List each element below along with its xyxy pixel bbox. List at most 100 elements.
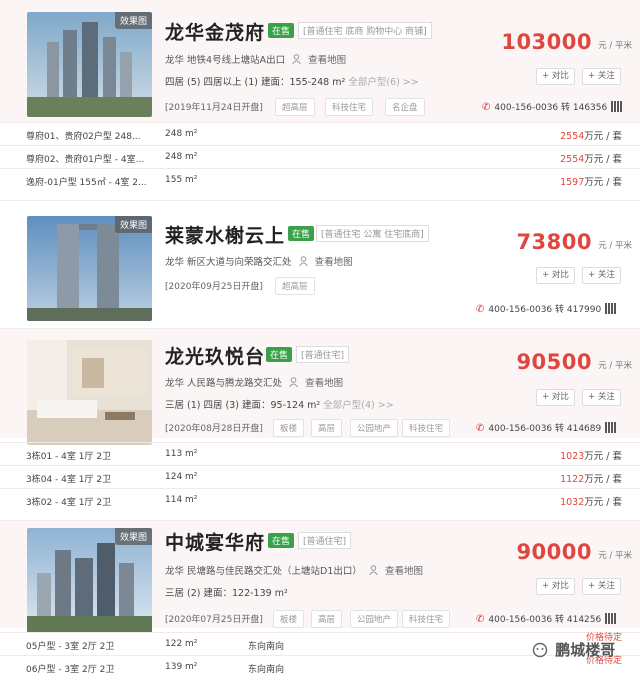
address-text: 龙华 地铁4号线上塘站A出口 [165,55,286,66]
image-tag: 效果图 [114,216,152,233]
unit-type: 尊府01、贵府02户型 248... [26,132,141,142]
unit-orientation: 东向南向 [248,642,285,652]
person-pin-icon [369,565,378,575]
room-types: 三居 (2) 建面：122-139 m² [165,585,288,599]
project-name[interactable]: 龙光玖悦台 [165,342,265,369]
qr-code-icon[interactable] [605,613,617,624]
unit-area: 139 m² [165,662,198,672]
phone-contact[interactable]: ✆ 400-156-0036 转 414689 [476,421,617,434]
unit-total: 2554 [560,154,585,165]
table-row[interactable]: 尊府02、贵府01户型 - 4室... 248 m² 2554万元 / 套 [0,145,640,167]
interior-render-image [27,340,152,445]
unit-orientation: 东向南向 [248,665,285,675]
unit-type: 3栋01 - 4室 1厅 2卫 [26,452,112,462]
room-types: 三居 (1) 四居 (3) 建面：95-124 m² 全部户型(4) >> [165,397,394,411]
unit-suffix: 万元 / 套 [584,497,622,508]
compare-button[interactable]: + 对比 [536,389,575,406]
status-badge: 在售 [288,226,315,241]
unit-price: 2554万元 / 套 [560,151,622,165]
address-text: 龙华 民塘路与佳民路交汇处（上塘站D1出口） [165,566,362,577]
open-date: [2020年08月28日开盘] [165,424,263,434]
unit-area: 248 m² [165,129,198,139]
view-map-link[interactable]: 查看地图 [385,566,423,577]
address: 龙华 地铁4号线上塘站A出口 查看地图 [165,52,346,66]
room-summary: 三居 (2) 建面：122-139 m² [165,588,288,599]
price: 90000 [516,540,592,564]
follow-button[interactable]: + 关注 [582,389,621,406]
feature-tag: 超高层 [275,277,315,295]
property-type: [普通住宅 底商 购物中心 商铺] [298,22,432,39]
person-pin-icon [298,256,308,266]
table-row[interactable]: 3栋02 - 4室 1厅 2卫 114 m² 1032万元 / 套 [0,488,640,510]
phone-number: 400-156-0036 转 414256 [488,615,602,625]
watermark: 鹏城楼哥 [530,639,615,660]
view-map-link[interactable]: 查看地图 [315,257,353,268]
person-pin-icon [292,54,302,64]
phone-contact[interactable]: ✆ 400-156-0036 转 146356 [482,100,623,113]
qr-code-icon[interactable] [605,422,617,433]
property-type: [普通住宅] [296,346,350,363]
view-map-link[interactable]: 查看地图 [308,55,346,66]
project-name[interactable]: 龙华金茂府 [165,18,265,45]
phone-contact[interactable]: ✆ 400-156-0036 转 417990 [476,302,617,315]
phone-icon: ✆ [476,423,485,434]
price-unit: 元 / 平米 [598,361,632,371]
address-text: 龙华 新区大道与向荣路交汇处 [165,257,292,268]
compare-button[interactable]: + 对比 [536,578,575,595]
follow-button[interactable]: + 关注 [582,578,621,595]
table-row[interactable]: 逸府-01户型 155㎡ - 4室 2... 155 m² 1597万元 / 套 [0,168,640,190]
follow-button[interactable]: + 关注 [582,267,621,284]
room-types: 四居 (5) 四居以上 (1) 建面：155-248 m² 全部户型(6) >> [165,74,419,88]
unit-total: 1023 [560,451,585,462]
all-floorplans-link[interactable]: 全部户型(4) >> [323,400,393,411]
table-row[interactable]: 尊府01、贵府02户型 248... 248 m² 2554万元 / 套 [0,122,640,144]
unit-area: 248 m² [165,152,198,162]
property-type: [普通住宅] [298,532,352,549]
open-date: [2020年09月25日开盘] [165,282,263,292]
unit-suffix: 万元 / 套 [584,154,622,165]
open-date: [2020年07月25日开盘] [165,615,263,625]
project-name[interactable]: 莱蒙水榭云上 [165,221,285,248]
listing-image[interactable]: 效果图 [27,12,152,117]
qr-code-icon[interactable] [611,101,623,112]
feature-tag: 科技住宅 [402,610,451,628]
unit-total: 1122 [560,474,585,485]
feature-tag: 板楼 [273,610,305,628]
unit-type: 3栋02 - 4室 1厅 2卫 [26,498,112,508]
price: 73800 [516,230,592,254]
status-badge: 在售 [268,533,295,548]
price-unit: 元 / 平米 [598,241,632,251]
unit-area: 122 m² [165,639,198,649]
feature-tag: 高层 [311,610,343,628]
table-row[interactable]: 3栋04 - 4室 1厅 2卫 124 m² 1122万元 / 套 [0,465,640,487]
listing-image[interactable]: 效果图 [27,528,152,633]
view-map-link[interactable]: 查看地图 [305,378,343,389]
compare-button[interactable]: + 对比 [536,267,575,284]
phone-number: 400-156-0036 转 146356 [494,103,608,113]
feature-tag: 高层 [311,419,343,437]
unit-suffix: 万元 / 套 [584,131,622,142]
unit-area: 124 m² [165,472,198,482]
address: 龙华 新区大道与向荣路交汇处 查看地图 [165,254,353,268]
price-unit: 元 / 平米 [598,41,632,51]
phone-number: 400-156-0036 转 417990 [488,305,602,315]
all-floorplans-link[interactable]: 全部户型(6) >> [348,77,418,88]
unit-suffix: 万元 / 套 [584,474,622,485]
feature-tag: 科技住宅 [402,419,451,437]
room-summary: 四居 (5) 四居以上 (1) 建面：155-248 m² [165,77,346,88]
phone-icon: ✆ [476,614,485,625]
follow-button[interactable]: + 关注 [582,68,621,85]
project-name[interactable]: 中城宴华府 [165,528,265,555]
price-unit: 元 / 平米 [598,551,632,561]
qr-code-icon[interactable] [605,303,617,314]
unit-price: 1023万元 / 套 [560,448,622,462]
compare-button[interactable]: + 对比 [536,68,575,85]
phone-icon: ✆ [482,102,491,113]
open-date: [2019年11月24日开盘] [165,103,263,113]
table-row[interactable]: 3栋01 - 4室 1厅 2卫 113 m² 1023万元 / 套 [0,442,640,464]
listing-image[interactable] [27,340,152,445]
price: 90500 [516,350,592,374]
phone-icon: ✆ [476,304,485,315]
listing-image[interactable]: 效果图 [27,216,152,321]
phone-contact[interactable]: ✆ 400-156-0036 转 414256 [476,612,617,625]
